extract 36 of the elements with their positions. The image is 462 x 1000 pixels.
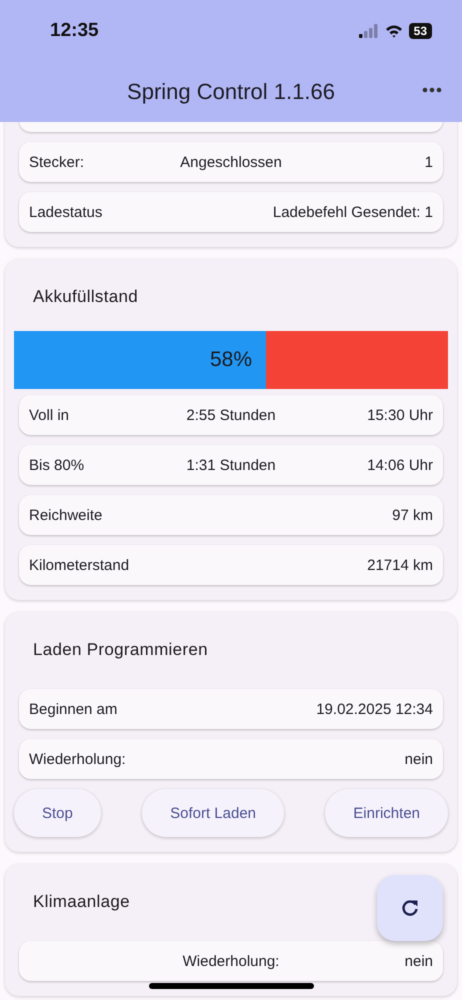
row-value: 14:06 Uhr xyxy=(367,456,433,474)
row-value: 21714 km xyxy=(367,556,433,574)
row-label: Reichweite xyxy=(29,506,102,524)
row-detail: 2:55 Stunden xyxy=(186,406,276,424)
refresh-icon xyxy=(400,898,420,918)
more-options-icon[interactable] xyxy=(422,87,442,93)
action-button[interactable]: Sofort Laden xyxy=(142,789,284,837)
status-time: 12:35 xyxy=(50,20,99,42)
card-title: Laden Programmieren xyxy=(33,639,208,661)
row-label: Voll in xyxy=(29,406,70,424)
row-value: nein xyxy=(404,952,433,970)
row-detail: Wiederholung: xyxy=(182,952,280,970)
action-button[interactable]: Einrichten xyxy=(325,789,448,837)
meter-reading: 58% xyxy=(210,348,252,372)
row-value: 1 xyxy=(424,154,433,170)
refresh-button[interactable] xyxy=(377,875,443,941)
action-button[interactable]: Stop xyxy=(14,789,101,837)
row-value: nein xyxy=(404,750,433,768)
row-label: Kilometerstand xyxy=(29,556,130,574)
card-title: Klimaanlage xyxy=(33,891,130,913)
row-label: Bis 80% xyxy=(29,456,84,474)
row-label: Stecker: xyxy=(29,154,84,170)
row-detail: Angeschlossen xyxy=(180,154,282,170)
signal-icon xyxy=(358,24,379,38)
row-label: Wiederholung: xyxy=(29,750,126,768)
row-value: 19.02.2025 12:34 xyxy=(316,700,433,718)
row-value: 97 km xyxy=(392,506,433,524)
row-label: Beginnen am xyxy=(29,700,118,718)
row-detail: 1:31 Stunden xyxy=(186,456,276,474)
row-label: Ladestatus xyxy=(29,204,102,220)
row-value: Ladebefehl Gesendet: 1 xyxy=(272,204,433,220)
card-title: Akkufüllstand xyxy=(33,286,138,308)
row-value: 15:30 Uhr xyxy=(367,406,433,424)
battery-indicator: 53 xyxy=(408,23,432,39)
wifi-icon xyxy=(384,24,403,38)
app-title: Spring Control 1.1.66 xyxy=(127,79,335,105)
